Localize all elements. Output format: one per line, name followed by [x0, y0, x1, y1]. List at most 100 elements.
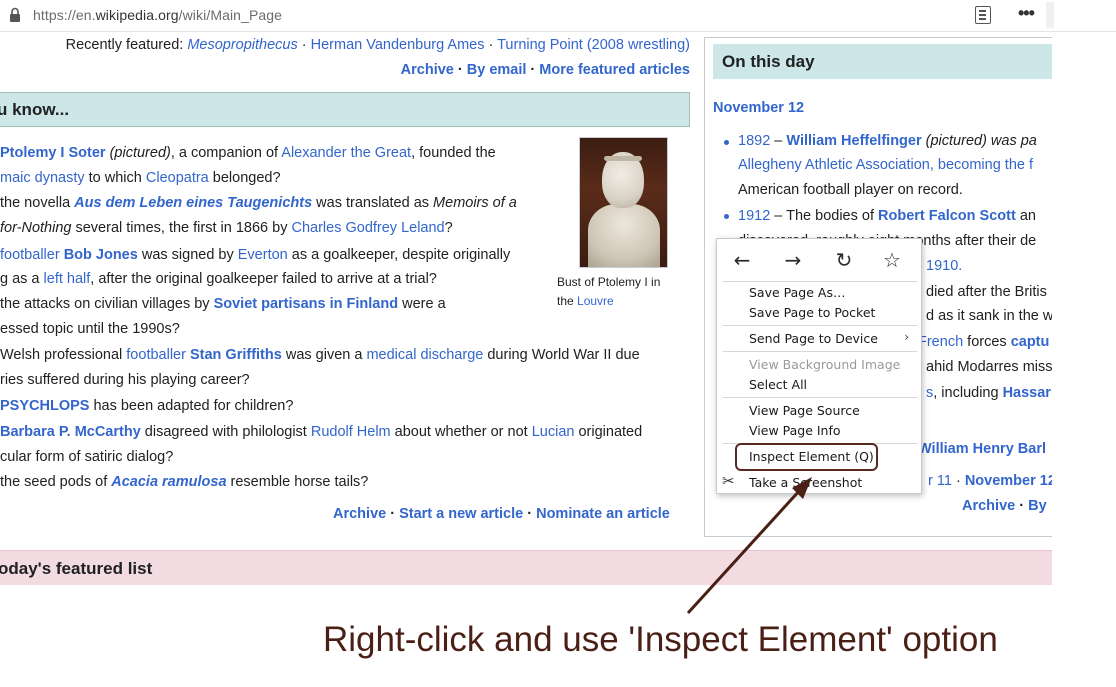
- link-start-article[interactable]: Start a new article: [399, 506, 523, 522]
- link-more-featured[interactable]: More featured articles: [539, 62, 690, 78]
- link-left-half[interactable]: left half: [44, 271, 91, 287]
- reader-view-icon[interactable]: [975, 6, 991, 24]
- annotation-caption: Right-click and use 'Inspect Element' op…: [323, 620, 998, 659]
- separator: ·: [453, 62, 467, 78]
- otd-item-line[interactable]: Allegheny Athletic Association, becoming…: [738, 157, 1033, 173]
- text: (pictured): [109, 145, 171, 161]
- link-acacia[interactable]: Acacia ramulosa: [111, 474, 226, 490]
- link-mesopropithecus[interactable]: Mesopropithecus: [187, 37, 297, 53]
- did-you-know-title: u know...: [0, 100, 70, 119]
- url-path: /wiki/Main_Page: [178, 7, 283, 23]
- list-item: cular form of satiric dialog?: [0, 449, 174, 465]
- link-archive[interactable]: Archive: [401, 62, 454, 78]
- menu-item-view-page-info[interactable]: View Page Info: [749, 423, 841, 438]
- recently-featured-label: Recently featured:: [65, 37, 184, 53]
- link-everton[interactable]: Everton: [238, 247, 288, 263]
- link-alexander[interactable]: Alexander the Great: [281, 145, 411, 161]
- link-french[interactable]: French: [918, 334, 963, 350]
- bullet: [724, 214, 729, 219]
- link-nov-12[interactable]: November 12: [965, 473, 1056, 489]
- text: American football player on record.: [738, 182, 963, 198]
- featured-list-heading: oday's featured list: [0, 550, 1052, 585]
- menu-separator: [723, 351, 917, 352]
- menu-item-save-page-as[interactable]: Save Page As…: [749, 285, 845, 300]
- caption-text-2: the: [557, 294, 574, 308]
- link-stan-griffiths[interactable]: Stan Griffiths: [190, 347, 282, 363]
- link-footballer-2[interactable]: footballer: [126, 347, 186, 363]
- link-william-henry-barl[interactable]: William Henry Barl: [918, 441, 1046, 457]
- link-hassan[interactable]: Hassar: [1003, 385, 1051, 401]
- link-rudolf-helm[interactable]: Rudolf Helm: [311, 424, 391, 440]
- text: Memoirs of a: [433, 195, 517, 211]
- link-leland[interactable]: Charles Godfrey Leland: [291, 220, 444, 236]
- lock-icon[interactable]: [9, 7, 21, 23]
- link-herman-ames[interactable]: Herman Vandenburg Ames: [311, 37, 485, 53]
- link-1912[interactable]: 1912: [738, 208, 770, 224]
- otd-item-line: American football player on record.: [738, 182, 963, 198]
- menu-separator: [723, 325, 917, 326]
- link-nominate[interactable]: Nominate an article: [536, 506, 670, 522]
- menu-item-view-page-source[interactable]: View Page Source: [749, 403, 860, 418]
- link-capture[interactable]: captu: [1011, 334, 1050, 350]
- link-1892[interactable]: 1892: [738, 133, 770, 149]
- link-nov-11[interactable]: r 11: [928, 473, 952, 489]
- text: (pictured) was pa: [921, 133, 1037, 149]
- menu-item-save-to-pocket[interactable]: Save Page to Pocket: [749, 305, 875, 320]
- link-by-email[interactable]: By email: [467, 62, 527, 78]
- bust-band: [604, 156, 642, 161]
- address-bar[interactable]: https://en.wikipedia.org/wiki/Main_Page: [33, 7, 282, 23]
- back-arrow-icon[interactable]: ←: [728, 247, 756, 273]
- text: for-Nothing: [0, 220, 72, 236]
- link-robert-scott[interactable]: Robert Falcon Scott: [878, 208, 1016, 224]
- otd-item-line: died after the Britis: [926, 284, 1047, 300]
- did-you-know-heading: u know...: [0, 92, 690, 127]
- menu-item-send-to-device[interactable]: Send Page to Device: [749, 331, 878, 346]
- bullet: [724, 140, 729, 145]
- toolbar-edge: [1046, 2, 1054, 28]
- bookmark-star-icon[interactable]: ☆: [878, 247, 906, 273]
- list-item: Welsh professional footballer Stan Griff…: [0, 347, 640, 363]
- featured-article-footer: Recently featured: Mesopropithecus · Her…: [0, 32, 700, 88]
- list-item: Barbara P. McCarthy disagreed with philo…: [0, 424, 643, 440]
- otd-item: 1912 – The bodies of Robert Falcon Scott…: [738, 208, 1036, 224]
- menu-separator: [723, 397, 917, 398]
- link-barbara-mccarthy[interactable]: Barbara P. McCarthy: [0, 424, 141, 440]
- link-soviet-partisans[interactable]: Soviet partisans in Finland: [214, 296, 399, 312]
- link-psychlops[interactable]: PSYCHLOPS: [0, 398, 89, 414]
- menu-item-select-all[interactable]: Select All: [749, 377, 807, 392]
- link-lucian[interactable]: Lucian: [532, 424, 575, 440]
- link-louvre[interactable]: Louvre: [577, 294, 614, 308]
- url-prefix: https://en.: [33, 7, 96, 23]
- link-dyk-archive[interactable]: Archive: [333, 506, 386, 522]
- featured-list-title: oday's featured list: [0, 559, 153, 578]
- ptolemy-bust-image[interactable]: [579, 137, 668, 268]
- link-otd-archive[interactable]: Archive: [962, 498, 1015, 514]
- caption-text: Bust of Ptolemy I in: [557, 275, 661, 289]
- separator: ·: [1015, 498, 1029, 514]
- link-1910[interactable]: 1910.: [926, 258, 962, 274]
- link-heffelfinger[interactable]: William Heffelfinger: [786, 133, 921, 149]
- on-this-day-date[interactable]: November 12: [713, 100, 804, 116]
- link-ptolemy[interactable]: Ptolemy I Soter: [0, 145, 106, 161]
- page-actions-menu-icon[interactable]: •••: [1018, 3, 1035, 24]
- separator: ·: [523, 506, 537, 522]
- link-by[interactable]: By: [1028, 498, 1047, 514]
- text: an: [1015, 208, 1036, 224]
- reload-icon[interactable]: ↻: [830, 247, 858, 273]
- link-turning-point[interactable]: Turning Point (2008 wrestling): [497, 37, 690, 53]
- link-cleopatra[interactable]: Cleopatra: [146, 170, 209, 186]
- link-footballer[interactable]: footballer: [0, 247, 60, 263]
- forward-arrow-icon[interactable]: →: [779, 247, 807, 273]
- list-item: Ptolemy I Soter (pictured), a companion …: [0, 145, 496, 161]
- text: forces: [963, 334, 1011, 350]
- separator: ·: [526, 62, 540, 78]
- link-medical-discharge[interactable]: medical discharge: [366, 347, 483, 363]
- menu-separator: [723, 281, 917, 282]
- link-taugenichts[interactable]: Aus dem Leben eines Taugenichts: [74, 195, 312, 211]
- link-ptolemaic[interactable]: maic dynasty: [0, 170, 85, 186]
- link-bob-jones[interactable]: Bob Jones: [64, 247, 138, 263]
- otd-item-line: French forces captu: [918, 334, 1049, 350]
- chevron-right-icon: ›: [904, 330, 909, 344]
- menu-item-take-screenshot[interactable]: Take a Screenshot: [749, 475, 862, 490]
- text: – The bodies of: [770, 208, 879, 224]
